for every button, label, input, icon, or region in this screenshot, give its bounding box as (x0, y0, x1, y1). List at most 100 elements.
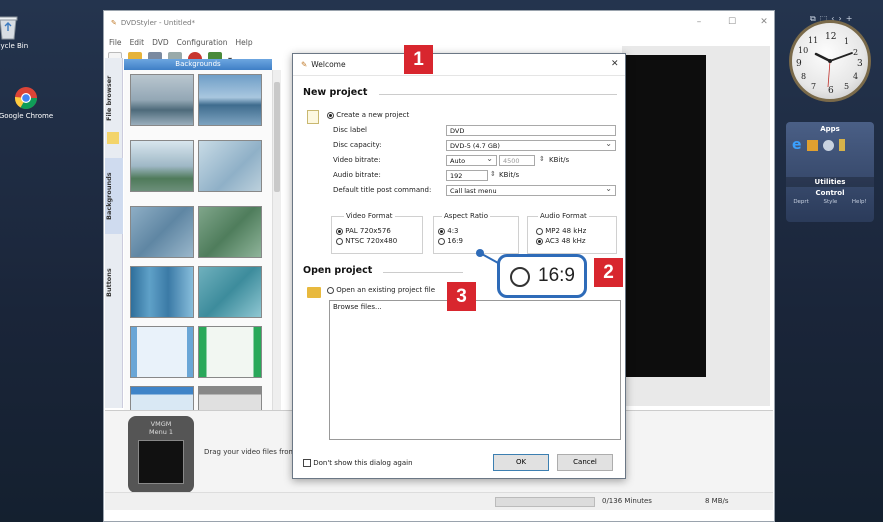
drag-hint-text: Drag your video files from (204, 448, 296, 456)
minimize-button[interactable]: – (694, 17, 704, 27)
tab-buttons[interactable]: Buttons (105, 258, 123, 308)
menu-configuration[interactable]: Configuration (177, 38, 228, 47)
aspect-4-3-radio[interactable] (438, 227, 445, 235)
callout-badge-1: 1 (404, 45, 433, 74)
callout-badge-3: 3 (447, 282, 476, 311)
audio-bitrate-label: Audio bitrate: (333, 171, 381, 179)
background-thumbnail[interactable] (198, 206, 262, 258)
dialog-close-icon[interactable]: ✕ (611, 59, 619, 69)
open-existing-option[interactable]: Open an existing project file (327, 286, 435, 294)
open-existing-radio[interactable] (327, 286, 334, 294)
dialog-title-bar: ✎ Welcome (293, 54, 625, 76)
background-thumbnail[interactable] (130, 386, 194, 410)
capacity-progress-bar (495, 497, 595, 507)
control-label[interactable]: Control (786, 187, 874, 199)
divider (379, 94, 617, 95)
background-thumbnail[interactable] (130, 140, 194, 192)
video-bitrate-select[interactable]: Auto (446, 154, 497, 166)
cancel-button[interactable]: Cancel (557, 454, 613, 471)
video-bitrate-input[interactable]: 4500 (499, 155, 535, 166)
tab-backgrounds[interactable]: Backgrounds (105, 158, 123, 234)
ntsc-option[interactable]: NTSC 720x480 (336, 237, 397, 245)
ie-icon[interactable]: e (792, 137, 802, 153)
window-title-bar: ✎ DVDStyler - Untitled* (104, 11, 774, 35)
video-format-group: Video Format PAL 720x576 NTSC 720x480 (331, 212, 423, 254)
utilities-label[interactable]: Utilities (786, 177, 874, 187)
post-command-select[interactable]: Call last menu (446, 184, 616, 196)
background-thumbnail[interactable] (198, 386, 262, 410)
create-new-project-option[interactable]: Create a new project (327, 111, 409, 119)
menu-help[interactable]: Help (236, 38, 253, 47)
folder-icon (107, 132, 119, 144)
open-folder-icon (307, 287, 321, 298)
clock-num-11: 11 (808, 36, 818, 45)
aspect-16-9-label: 16:9 (447, 237, 463, 245)
vmgm-menu-item[interactable]: VMGM Menu 1 (128, 416, 194, 493)
menu-dvd[interactable]: DVD (152, 38, 169, 47)
clock-minute-hand (829, 52, 853, 62)
clock-num-9: 9 (796, 59, 802, 69)
status-bar: 0/136 Minutes 8 MB/s (105, 492, 773, 510)
gadget-link-style[interactable]: Style (823, 199, 837, 205)
menu-edit[interactable]: Edit (130, 38, 145, 47)
menu-preview-canvas[interactable] (626, 55, 706, 377)
scrollbar-thumb[interactable] (274, 82, 280, 192)
chrome-icon (15, 87, 37, 109)
aspect-16-9-radio[interactable] (438, 237, 445, 245)
background-thumbnail[interactable] (130, 74, 194, 126)
close-window-button[interactable]: ✕ (759, 17, 769, 27)
backgrounds-thumbnail-grid (124, 70, 272, 410)
hourglass-icon[interactable] (838, 139, 845, 151)
ntsc-label: NTSC 720x480 (345, 237, 398, 245)
pal-option[interactable]: PAL 720x576 (336, 227, 391, 235)
mp2-option[interactable]: MP2 48 kHz (536, 227, 586, 235)
dont-show-option[interactable]: Don't show this dialog again (303, 459, 413, 467)
menu-file[interactable]: File (109, 38, 122, 47)
audio-bitrate-input[interactable]: 192 (446, 170, 488, 181)
media-icon[interactable] (806, 140, 818, 151)
clock-gadget: 12 1 2 3 4 5 6 7 8 9 10 11 (789, 20, 871, 102)
background-thumbnail[interactable] (130, 326, 194, 378)
tools-icon[interactable] (822, 140, 834, 151)
disc-label-input[interactable]: DVD (446, 125, 616, 136)
callout-badge-2: 2 (594, 258, 623, 287)
mp2-radio[interactable] (536, 227, 543, 235)
recent-projects-list[interactable]: Browse files... (329, 300, 621, 440)
thumbnail-scrollbar[interactable] (272, 70, 281, 410)
aspect-ratio-title: Aspect Ratio (442, 212, 490, 220)
dont-show-label: Don't show this dialog again (313, 459, 413, 467)
gadget-link-deprt[interactable]: Deprt (793, 199, 809, 205)
recycle-bin-shortcut[interactable]: Recycle Bin (0, 14, 38, 50)
vmgm-thumbnail (138, 440, 184, 484)
aspect-4-3-option[interactable]: 4:3 (438, 227, 459, 235)
gadget-bottom-links: Deprt Style Help! (786, 199, 874, 205)
tab-file-browser[interactable]: File browser (105, 74, 123, 122)
maximize-button[interactable]: ☐ (727, 17, 737, 27)
aspect-16-9-option[interactable]: 16:9 (438, 237, 463, 245)
background-thumbnail[interactable] (198, 326, 262, 378)
background-thumbnail[interactable] (130, 206, 194, 258)
create-new-radio[interactable] (327, 111, 334, 119)
dialog-title: Welcome (311, 60, 346, 69)
background-thumbnail[interactable] (198, 140, 262, 192)
ac3-radio[interactable] (536, 237, 543, 245)
ac3-option[interactable]: AC3 48 kHz (536, 237, 586, 245)
vertical-tab-strip: File browser Backgrounds Buttons (105, 58, 123, 408)
spin-arrows-icon[interactable]: ⇕ (539, 155, 545, 163)
ok-button[interactable]: OK (493, 454, 549, 471)
ac3-label: AC3 48 kHz (545, 237, 586, 245)
dont-show-checkbox[interactable] (303, 459, 311, 467)
pal-radio[interactable] (336, 227, 343, 235)
gadget-btn-5[interactable]: + (846, 14, 857, 23)
minutes-status: 0/136 Minutes (602, 497, 652, 505)
background-thumbnail[interactable] (198, 74, 262, 126)
background-thumbnail[interactable] (130, 266, 194, 318)
background-thumbnail[interactable] (198, 266, 262, 318)
disc-capacity-select[interactable]: DVD-5 (4.7 GB) (446, 139, 616, 151)
zoom-radio-icon (510, 267, 530, 287)
ntsc-radio[interactable] (336, 237, 343, 245)
audio-spin-arrows-icon[interactable]: ⇕ (490, 170, 496, 178)
video-bitrate-unit: KBit/s (549, 156, 570, 164)
chrome-shortcut[interactable]: Google Chrome (0, 86, 56, 120)
gadget-link-help[interactable]: Help! (852, 199, 867, 205)
